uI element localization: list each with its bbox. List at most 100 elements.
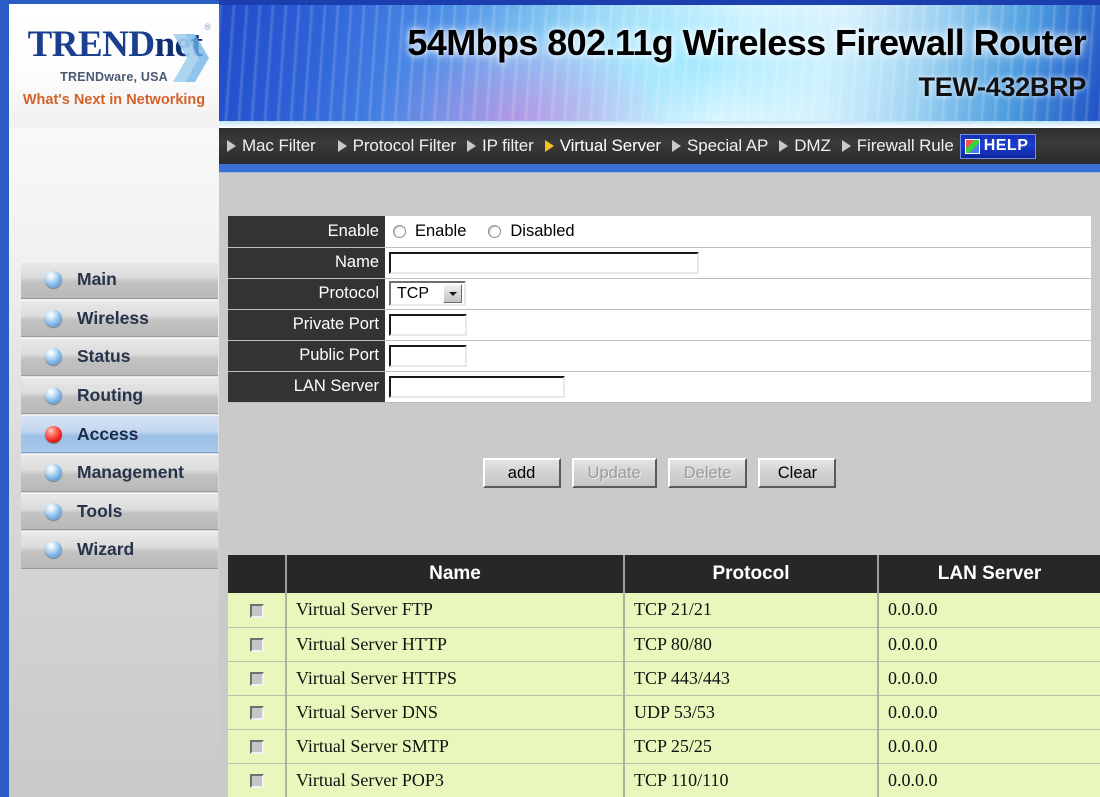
form-row-name: Name <box>228 247 1091 279</box>
tab-label: Special AP <box>686 136 769 155</box>
triangle-right-icon <box>227 140 236 152</box>
content-area: 54Mbps 802.11g Wireless Firewall Router … <box>219 0 1100 797</box>
cell-name: Virtual Server HTTPS <box>286 661 625 696</box>
help-label: HELP <box>983 137 1029 154</box>
radio-disabled-label: Disabled <box>510 221 575 240</box>
add-button[interactable]: add <box>482 458 561 488</box>
banner-streak-overlay <box>219 0 1100 128</box>
brand-company-line: TRENDware, USA <box>60 70 168 84</box>
public-port-input[interactable] <box>389 344 467 367</box>
help-icon <box>964 138 980 154</box>
sidebar-item-access[interactable]: Access <box>21 415 218 453</box>
private-port-input[interactable] <box>389 313 467 336</box>
cell-lan-server: 0.0.0.0 <box>878 763 1100 797</box>
triangle-right-icon <box>467 140 476 152</box>
sidebar-item-label: Wireless <box>77 307 149 328</box>
sidebar-item-status[interactable]: Status <box>21 338 218 376</box>
row-checkbox[interactable] <box>249 706 264 721</box>
product-banner: 54Mbps 802.11g Wireless Firewall Router … <box>219 0 1100 128</box>
tab-ip-filter[interactable]: IP filter <box>467 136 534 156</box>
brand-logo: TRENDnet ® TRENDware, USA What's Next in… <box>9 4 219 128</box>
cell-name: Virtual Server FTP <box>286 593 625 628</box>
cell-lan-server: 0.0.0.0 <box>878 661 1100 696</box>
table-row: Virtual Server HTTP TCP 80/80 0.0.0.0 <box>228 627 1100 662</box>
tab-mac-filter[interactable]: Mac Filter <box>227 136 316 156</box>
settings-body: SetupRouter.co Enable Enable Disabled <box>219 173 1100 797</box>
sidebar-item-tools[interactable]: Tools <box>21 492 218 531</box>
protocol-label: Protocol <box>228 278 385 310</box>
row-checkbox[interactable] <box>249 638 264 653</box>
sidebar-inner: TRENDnet ® TRENDware, USA What's Next in… <box>9 4 219 797</box>
cell-protocol: UDP 53/53 <box>624 695 879 730</box>
name-input[interactable] <box>389 251 699 274</box>
column-header-select <box>228 555 287 593</box>
cell-name: Virtual Server HTTP <box>286 627 625 662</box>
tab-special-ap[interactable]: Special AP <box>671 136 769 156</box>
row-select-cell <box>228 661 287 696</box>
sidebar-item-management[interactable]: Management <box>21 453 218 492</box>
lan-server-input[interactable] <box>389 375 565 398</box>
orb-icon <box>45 541 62 559</box>
chevron-down-icon[interactable] <box>443 284 462 303</box>
update-button: Update <box>571 458 657 488</box>
model-number: TEW-432BRP <box>918 72 1087 102</box>
clear-button[interactable]: Clear <box>758 458 837 488</box>
row-checkbox[interactable] <box>249 672 264 687</box>
radio-disabled[interactable] <box>488 224 502 238</box>
protocol-select[interactable]: TCP <box>389 281 466 306</box>
brand-slogan-line: What's Next in Networking <box>22 92 206 108</box>
tab-label: DMZ <box>794 136 831 155</box>
sidebar-item-label: Wizard <box>77 539 135 560</box>
sidebar-nav-list: Main Wireless Status Routing Access Mana… <box>21 261 218 570</box>
orb-icon <box>45 464 62 482</box>
sidebar-item-main[interactable]: Main <box>21 261 218 299</box>
sidebar-item-routing[interactable]: Routing <box>21 376 218 415</box>
row-checkbox[interactable] <box>249 740 264 755</box>
enable-radio-group: Enable Disabled <box>389 222 1091 241</box>
public-port-label: Public Port <box>228 340 385 372</box>
name-value-cell <box>385 247 1091 279</box>
triangle-right-icon-active <box>544 140 554 152</box>
row-checkbox[interactable] <box>249 604 264 619</box>
orb-icon <box>45 309 62 327</box>
tab-protocol-filter[interactable]: Protocol Filter <box>337 136 456 156</box>
form-row-enable: Enable Enable Disabled <box>228 216 1091 248</box>
form-row-lan-server: LAN Server <box>228 371 1091 403</box>
tab-virtual-server[interactable]: Virtual Server <box>544 136 661 156</box>
help-button[interactable]: HELP <box>959 133 1037 159</box>
cell-lan-server: 0.0.0.0 <box>878 695 1100 730</box>
delete-button: Delete <box>667 458 748 488</box>
sidebar-item-label: Routing <box>77 385 144 406</box>
tab-label: IP filter <box>482 136 534 155</box>
row-select-cell <box>228 593 287 628</box>
protocol-value-cell: TCP <box>385 278 1091 310</box>
orb-icon <box>45 387 62 405</box>
column-header-name: Name <box>286 555 625 593</box>
tab-firewall-rule[interactable]: Firewall Rule <box>841 136 954 156</box>
table-row: Virtual Server HTTPS TCP 443/443 0.0.0.0 <box>228 661 1100 696</box>
sidebar-item-wizard[interactable]: Wizard <box>21 531 218 569</box>
sidebar-item-label: Tools <box>77 500 123 521</box>
row-select-cell <box>228 695 287 730</box>
tab-dmz[interactable]: DMZ <box>779 136 831 156</box>
column-header-lan-server: LAN Server <box>878 555 1100 593</box>
form-action-buttons: add Update Delete Clear <box>219 458 1100 488</box>
column-header-protocol: Protocol <box>624 555 879 593</box>
orb-icon <box>45 502 62 520</box>
table-row: Virtual Server POP3 TCP 110/110 0.0.0.0 <box>228 763 1100 797</box>
row-checkbox[interactable] <box>249 774 264 789</box>
cell-lan-server: 0.0.0.0 <box>878 593 1100 628</box>
table-row: Virtual Server DNS UDP 53/53 0.0.0.0 <box>228 695 1100 730</box>
cell-lan-server: 0.0.0.0 <box>878 729 1100 764</box>
triangle-right-icon <box>779 140 789 152</box>
row-select-cell <box>228 729 287 764</box>
tab-label: Protocol Filter <box>352 136 456 155</box>
sidebar-item-wireless[interactable]: Wireless <box>21 299 218 338</box>
sidebar-item-label: Access <box>77 423 139 444</box>
tab-label: Firewall Rule <box>856 136 954 155</box>
navbar-divider <box>219 164 1100 173</box>
public-port-value-cell <box>385 340 1091 372</box>
radio-enable[interactable] <box>393 224 406 238</box>
table-row: Virtual Server FTP TCP 21/21 0.0.0.0 <box>228 593 1100 628</box>
virtual-server-form: Enable Enable Disabled Name Protocol TCP… <box>228 216 1091 403</box>
